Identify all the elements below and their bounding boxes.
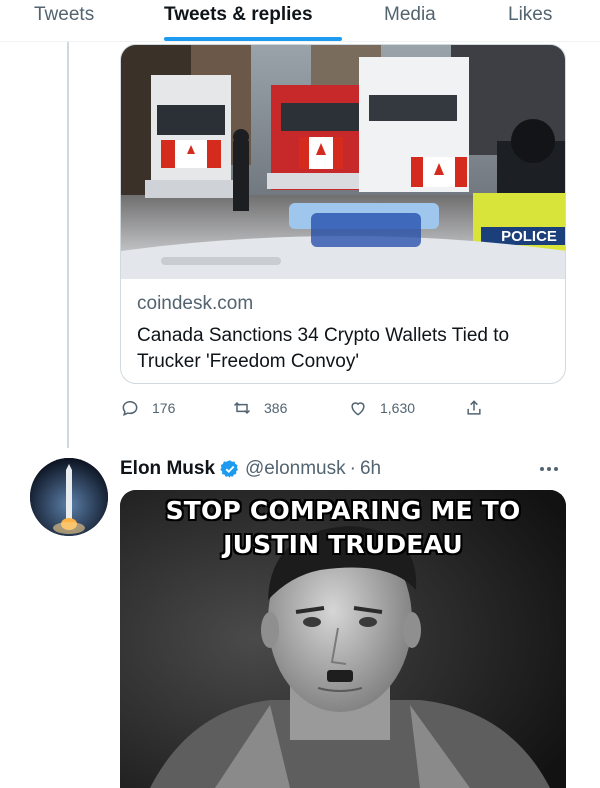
tab-media[interactable]: Media [384, 4, 436, 26]
rocket-launch-image [30, 458, 108, 536]
card-domain: coindesk.com [137, 293, 254, 314]
tweet-header: Elon Musk @elonmusk · 6h [120, 456, 381, 482]
retweet-count: 386 [264, 400, 288, 416]
like-count: 1,630 [380, 400, 416, 416]
tweet-media-image[interactable]: STOP COMPARING ME TO JUSTIN TRUDEAU [120, 490, 566, 788]
share-icon [467, 400, 481, 415]
tab-tweets[interactable]: Tweets [34, 4, 94, 26]
like-button[interactable]: 1,630 [348, 398, 415, 418]
active-tab-indicator [164, 37, 342, 41]
article-image: POLICE [121, 45, 565, 279]
tab-tweets-and-replies[interactable]: Tweets & replies [164, 4, 313, 26]
tweet-timestamp[interactable]: 6h [360, 458, 381, 480]
thread-connector-line [67, 42, 69, 448]
meme-caption: STOP COMPARING ME TO JUSTIN TRUDEAU [165, 496, 521, 559]
police-vest-text: POLICE [501, 228, 557, 245]
reply-icon [122, 400, 138, 416]
retweet-button[interactable]: 386 [232, 398, 287, 418]
card-meta: coindesk.com Canada Sanctions 34 Crypto … [137, 293, 555, 375]
profile-tabs: Tweets Tweets & replies Media Likes [0, 0, 600, 42]
more-options-icon[interactable] [540, 462, 564, 476]
link-preview-card[interactable]: POLICE coindesk.com Canada Sanctions 34 … [120, 44, 566, 384]
separator-dot: · [349, 458, 356, 479]
author-handle[interactable]: @elonmusk [245, 458, 346, 480]
share-button[interactable] [464, 398, 484, 418]
heart-icon [351, 402, 365, 416]
verified-badge-icon [220, 460, 238, 478]
card-title: Canada Sanctions 34 Crypto Wallets Tied … [137, 325, 510, 372]
tweet-action-bar: 176 386 1,630 [120, 398, 560, 422]
tab-likes[interactable]: Likes [508, 4, 552, 26]
avatar[interactable] [30, 458, 108, 536]
retweet-icon [233, 401, 251, 415]
author-name[interactable]: Elon Musk [120, 458, 215, 480]
reply-count: 176 [152, 400, 176, 416]
reply-button[interactable]: 176 [120, 398, 175, 418]
